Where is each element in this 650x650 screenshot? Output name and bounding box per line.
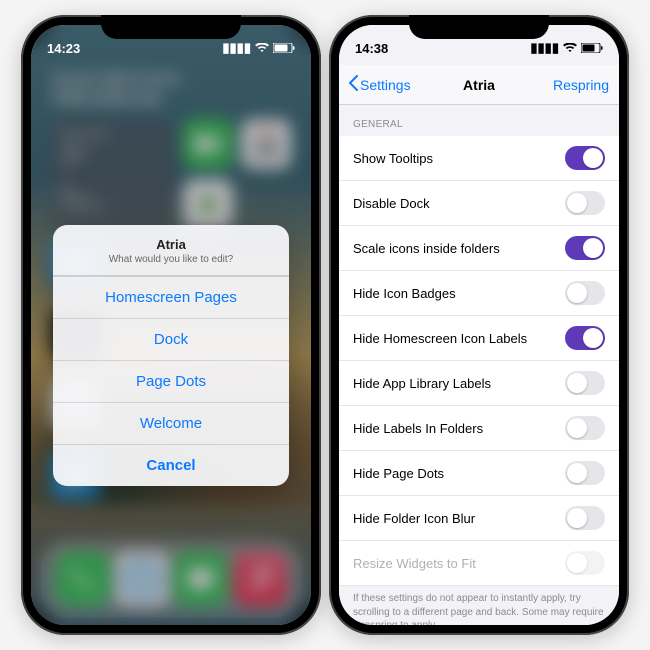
toggle-switch[interactable] bbox=[565, 236, 605, 260]
signal-icon: ▮▮▮▮ bbox=[222, 40, 251, 56]
settings-row: Hide Folder Icon Blur bbox=[339, 496, 619, 541]
sheet-cancel-button[interactable]: Cancel bbox=[53, 444, 289, 486]
wifi-icon bbox=[563, 41, 577, 56]
row-label: Hide App Library Labels bbox=[353, 376, 491, 391]
sheet-option-page-dots[interactable]: Page Dots bbox=[53, 360, 289, 402]
status-icons: ▮▮▮▮ bbox=[530, 40, 603, 56]
status-time: 14:38 bbox=[355, 41, 388, 56]
toggle-switch[interactable] bbox=[565, 371, 605, 395]
group-general: Show Tooltips Disable Dock Scale icons ins… bbox=[339, 136, 619, 586]
phone-left-frame: 14:23 ▮▮▮▮ Good afternoon, ONEJailbreak … bbox=[21, 15, 321, 635]
settings-screen: 14:38 ▮▮▮▮ Settings Atria Respring bbox=[339, 25, 619, 625]
settings-row: Hide Labels In Folders bbox=[339, 406, 619, 451]
home-screen: 14:23 ▮▮▮▮ Good afternoon, ONEJailbreak … bbox=[31, 25, 311, 625]
row-label: Hide Page Dots bbox=[353, 466, 444, 481]
group-header-general: General bbox=[339, 105, 619, 136]
row-label: Hide Folder Icon Blur bbox=[353, 511, 475, 526]
toggle-switch[interactable] bbox=[565, 146, 605, 170]
back-label: Settings bbox=[360, 77, 411, 93]
row-label: Hide Homescreen Icon Labels bbox=[353, 331, 527, 346]
settings-row: Show Tooltips bbox=[339, 136, 619, 181]
sheet-option-welcome[interactable]: Welcome bbox=[53, 402, 289, 444]
sheet-option-dock[interactable]: Dock bbox=[53, 318, 289, 360]
group-footer-general: If these settings do not appear to insta… bbox=[339, 586, 619, 625]
sheet-subtitle: What would you like to edit? bbox=[63, 254, 279, 265]
notch bbox=[409, 15, 549, 39]
signal-icon: ▮▮▮▮ bbox=[530, 40, 559, 56]
battery-icon bbox=[273, 41, 295, 56]
settings-row: Hide Page Dots bbox=[339, 451, 619, 496]
settings-row: Hide App Library Labels bbox=[339, 361, 619, 406]
toggle-switch[interactable] bbox=[565, 326, 605, 350]
settings-row: Hide Icon Badges bbox=[339, 271, 619, 316]
toggle-switch[interactable] bbox=[565, 191, 605, 215]
sheet-header: Atria What would you like to edit? bbox=[53, 225, 289, 276]
status-time: 14:23 bbox=[47, 41, 80, 56]
atria-action-sheet: Atria What would you like to edit? Homes… bbox=[53, 225, 289, 486]
row-label: Disable Dock bbox=[353, 196, 430, 211]
respring-button[interactable]: Respring bbox=[553, 77, 609, 93]
phone-right-frame: 14:38 ▮▮▮▮ Settings Atria Respring bbox=[329, 15, 629, 635]
toggle-switch[interactable] bbox=[565, 461, 605, 485]
sheet-title: Atria bbox=[63, 237, 279, 252]
row-label: Hide Icon Badges bbox=[353, 286, 456, 301]
row-label: Resize Widgets to Fit bbox=[353, 556, 476, 571]
wifi-icon bbox=[255, 41, 269, 56]
nav-bar: Settings Atria Respring bbox=[339, 65, 619, 105]
status-icons: ▮▮▮▮ bbox=[222, 40, 295, 56]
chevron-left-icon bbox=[349, 75, 358, 94]
settings-row: Scale icons inside folders bbox=[339, 226, 619, 271]
back-button[interactable]: Settings bbox=[349, 75, 411, 94]
toggle-switch[interactable] bbox=[565, 416, 605, 440]
toggle-switch[interactable] bbox=[565, 281, 605, 305]
sheet-option-homescreen-pages[interactable]: Homescreen Pages bbox=[53, 276, 289, 318]
settings-row: Resize Widgets to Fit bbox=[339, 541, 619, 586]
battery-icon bbox=[581, 41, 603, 56]
row-label: Hide Labels In Folders bbox=[353, 421, 483, 436]
toggle-switch[interactable] bbox=[565, 506, 605, 530]
settings-row: Hide Homescreen Icon Labels bbox=[339, 316, 619, 361]
settings-list[interactable]: General Show Tooltips Disable Dock Scale i… bbox=[339, 105, 619, 625]
settings-row: Disable Dock bbox=[339, 181, 619, 226]
toggle-switch bbox=[565, 551, 605, 575]
row-label: Scale icons inside folders bbox=[353, 241, 500, 256]
notch bbox=[101, 15, 241, 39]
row-label: Show Tooltips bbox=[353, 151, 433, 166]
